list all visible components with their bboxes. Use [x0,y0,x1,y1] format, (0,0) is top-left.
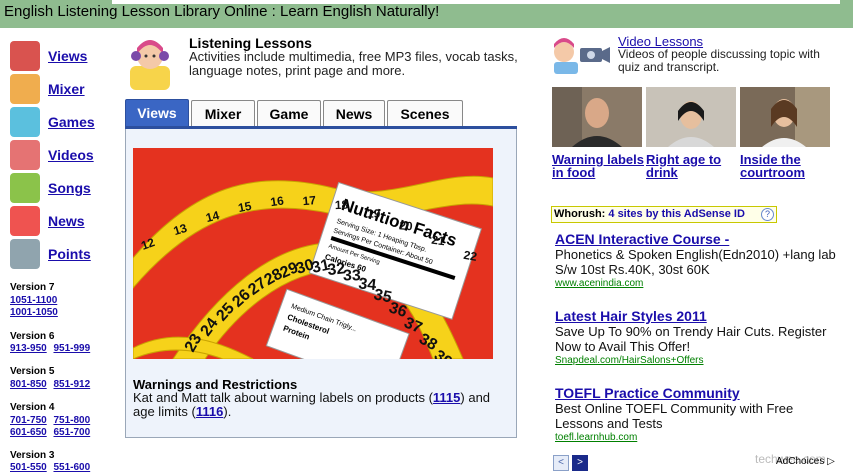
nav-item-points[interactable]: Points [10,239,110,269]
tape-number: 18 [335,198,349,212]
nav-item-videos[interactable]: Videos [10,140,110,170]
video-caption-warning-labels[interactable]: Warning labels in food [552,153,644,179]
video-caption-right-age[interactable]: Right age to drink [646,153,738,179]
tape-number: 21 [431,233,446,249]
tab-mixer[interactable]: Mixer [191,100,255,127]
video-thumb-courtroom[interactable] [740,87,830,147]
lesson-1115-link[interactable]: 1115 [433,390,461,405]
whorush-link[interactable]: 4 sites by this AdSense ID [608,208,745,220]
tab-views[interactable]: Views [125,99,189,128]
mixer-icon [10,74,40,104]
nav-item-news[interactable]: News [10,206,110,236]
videos-icon [10,140,40,170]
nav-label-points[interactable]: Points [48,246,91,262]
ad-2-title[interactable]: Latest Hair Styles 2011 [555,308,707,324]
lesson-1116-link[interactable]: 1116 [196,404,224,419]
nav-label-songs[interactable]: Songs [48,180,91,196]
views-icon [10,41,40,71]
nav-label-views[interactable]: Views [48,48,87,64]
version-link[interactable]: 651-700 [53,427,90,438]
tape-number: 17 [302,193,317,208]
version-4-title: Version 4 [10,402,55,413]
version-6-links-row-1: 913-950 951-999 [10,343,94,354]
version-4-links-row-2: 601-650 651-700 [10,427,94,438]
video-lessons-icon [550,34,610,74]
version-3-links-row-1: 501-550 551-600 [10,462,94,473]
ad-2-body: Save Up To 90% on Trendy Hair Cuts. Regi… [555,324,827,354]
nav-item-songs[interactable]: Songs [10,173,110,203]
ad-1-body: Phonetics & Spoken English(Edn2010) +lan… [555,247,836,277]
video-lessons-description: Videos of people discussing topic with q… [618,47,820,74]
version-link[interactable]: 913-950 [10,343,47,354]
points-icon [10,239,40,269]
version-link[interactable]: 1001-1050 [10,307,58,318]
tape-number: 20 [399,218,414,233]
version-link[interactable]: 501-550 [10,462,47,473]
ad-3-url[interactable]: toefl.learnhub.com [555,432,637,443]
adchoices-link[interactable]: AdChoices ▷ [776,456,835,467]
nav-item-mixer[interactable]: Mixer [10,74,110,104]
nav-label-news[interactable]: News [48,213,85,229]
ad-1-title[interactable]: ACEN Interactive Course - [555,231,729,247]
nav-label-mixer[interactable]: Mixer [48,81,85,97]
songs-icon [10,173,40,203]
version-link[interactable]: 701-750 [10,415,47,426]
ad-3-body: Best Online TOEFL Community with Free Le… [555,401,794,431]
feature-image[interactable]: Nutrition Facts Serving Size: 1 Heaping … [133,148,493,359]
nav-item-games[interactable]: Games [10,107,110,137]
ad-prev-button[interactable]: < [553,455,569,471]
version-link[interactable]: 1051-1100 [10,295,57,306]
news-icon [10,206,40,236]
listening-girl-icon [124,36,176,92]
version-link[interactable]: 801-850 [10,379,47,390]
nav-item-views[interactable]: Views [10,41,110,71]
ad-2-url[interactable]: Snapdeal.com/HairSalons+Offers [555,355,704,366]
video-caption-courtroom[interactable]: Inside the courtroom [740,153,832,179]
version-6-title: Version 6 [10,331,55,342]
version-7-title: Version 7 [10,282,55,293]
version-link[interactable]: 601-650 [10,427,47,438]
tab-news[interactable]: News [323,100,385,127]
nav-label-videos[interactable]: Videos [48,147,94,163]
help-icon[interactable]: ? [761,208,774,221]
tape-number: 19 [367,206,381,220]
ad-3-title[interactable]: TOEFL Practice Community [555,385,740,401]
lesson-tabs: Views Mixer Game News Scenes [125,99,517,128]
version-link[interactable]: 951-999 [53,343,90,354]
video-thumb-right-age[interactable] [646,87,736,147]
feature-desc-text: ). [223,404,232,419]
version-7-links-row-1: 1051-1100 [10,295,61,306]
feature-description: Kat and Matt talk about warning labels o… [133,391,508,419]
tape-number: 16 [269,193,284,209]
version-5-links-row-1: 801-850 851-912 [10,379,94,390]
whorush-label: Whorush: [554,208,606,220]
tape-number: 22 [462,248,478,264]
version-3-title: Version 3 [10,450,55,461]
version-5-title: Version 5 [10,366,55,377]
site-title: English Listening Lesson Library Online … [4,3,440,20]
ad-next-button[interactable]: > [572,455,588,471]
version-link[interactable]: 551-600 [53,462,90,473]
feature-desc-text: Kat and Matt talk about warning labels o… [133,390,433,405]
tab-game[interactable]: Game [257,100,321,127]
version-4-links-row-1: 701-750 751-800 [10,415,94,426]
listening-lessons-description: Activities include multimedia, free MP3 … [189,49,518,78]
version-7-links-row-2: 1001-1050 [10,307,62,318]
version-link[interactable]: 851-912 [53,379,90,390]
whorush-bar: Whorush: 4 sites by this AdSense ID ? [551,206,777,223]
nav-label-games[interactable]: Games [48,114,95,130]
tab-scenes[interactable]: Scenes [387,100,463,127]
games-icon [10,107,40,137]
version-link[interactable]: 751-800 [53,415,90,426]
ad-1-url[interactable]: www.acenindia.com [555,278,643,289]
video-thumb-warning-labels[interactable] [552,87,642,147]
